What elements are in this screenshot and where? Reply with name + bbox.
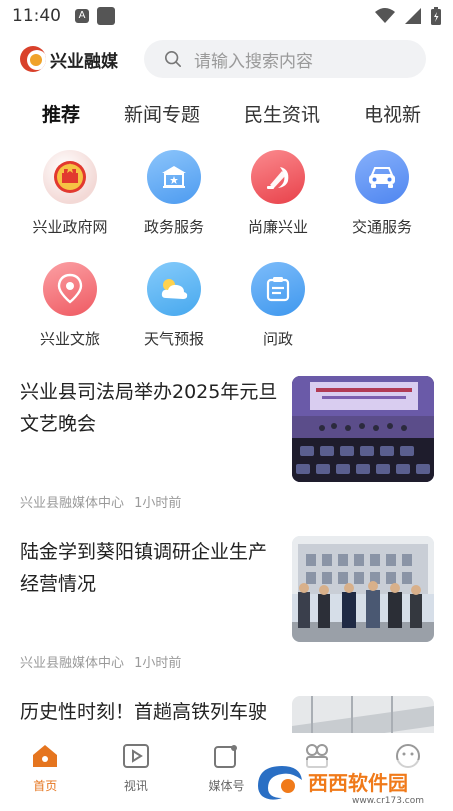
shortcut-culture-tourism[interactable]: 兴业文旅 bbox=[18, 262, 122, 349]
shortcut-label: 兴业政府网 bbox=[32, 218, 108, 236]
shortcut-weather[interactable]: 天气预报 bbox=[122, 262, 226, 349]
notification-square-icon bbox=[97, 7, 115, 25]
shortcut-integrity[interactable]: 尚廉兴业 bbox=[226, 150, 330, 237]
status-bar: 11:40 A bbox=[0, 0, 453, 32]
watermark-url: www.cr173.com bbox=[352, 796, 424, 806]
party-emblem-icon bbox=[251, 150, 305, 204]
nav-video[interactable]: 视讯 bbox=[91, 733, 182, 807]
tab-livelihood[interactable]: 民生资讯 bbox=[244, 100, 320, 127]
video-icon bbox=[122, 744, 149, 768]
status-icons bbox=[375, 7, 441, 25]
status-time: 11:40 bbox=[12, 6, 61, 26]
shortcut-inquiry[interactable]: 问政 bbox=[226, 262, 330, 349]
news-item[interactable]: 兴业县司法局举办2025年元旦文艺晚会 兴业县融媒体中心 1小时前 bbox=[0, 374, 453, 534]
shortcut-label: 交通服务 bbox=[351, 218, 412, 236]
search-bar[interactable]: 请输入搜索内容 bbox=[144, 40, 426, 78]
signal-icon bbox=[405, 8, 421, 24]
shortcut-label: 尚廉兴业 bbox=[247, 218, 308, 236]
shortcut-government-services[interactable]: 政务服务 bbox=[122, 150, 226, 237]
news-thumbnail[interactable] bbox=[292, 536, 434, 642]
media-account-icon bbox=[214, 745, 238, 768]
news-item[interactable]: 陆金学到葵阳镇调研企业生产经营情况 兴业县融媒体中心 1小时前 bbox=[0, 534, 453, 694]
news-meta: 兴业县融媒体中心 1小时前 bbox=[20, 652, 181, 671]
news-time: 1小时前 bbox=[134, 496, 182, 511]
car-icon bbox=[355, 150, 409, 204]
national-emblem-icon bbox=[43, 150, 97, 204]
news-thumbnail[interactable] bbox=[292, 376, 434, 482]
watermark-text: 西西软件园 bbox=[308, 771, 408, 795]
site-watermark: 西西软件园 www.cr173.com bbox=[252, 760, 453, 807]
news-title[interactable]: 兴业县司法局举办2025年元旦文艺晚会 bbox=[20, 376, 278, 440]
nav-home[interactable]: 首页 bbox=[0, 733, 91, 807]
logo-mark-icon bbox=[20, 46, 46, 72]
battery-icon bbox=[431, 7, 441, 25]
news-time: 1小时前 bbox=[134, 656, 182, 671]
news-source: 兴业县融媒体中心 bbox=[20, 656, 125, 671]
search-input[interactable]: 请输入搜索内容 bbox=[194, 47, 313, 72]
wifi-icon bbox=[375, 8, 395, 23]
location-pin-icon bbox=[43, 262, 97, 316]
shortcut-traffic-services[interactable]: 交通服务 bbox=[330, 150, 434, 237]
tab-recommend[interactable]: 推荐 bbox=[42, 100, 80, 127]
notification-a-icon: A bbox=[75, 9, 89, 23]
news-title[interactable]: 陆金学到葵阳镇调研企业生产经营情况 bbox=[20, 536, 278, 600]
shortcut-label: 问政 bbox=[262, 330, 293, 348]
news-meta: 兴业县融媒体中心 1小时前 bbox=[20, 492, 181, 511]
home-icon bbox=[33, 745, 58, 767]
app-logo: 兴业融媒 bbox=[20, 46, 118, 72]
tab-news-topics[interactable]: 新闻专题 bbox=[124, 100, 200, 127]
shortcut-label: 兴业文旅 bbox=[39, 330, 100, 348]
tab-tv-news[interactable]: 电视新 bbox=[364, 100, 421, 127]
news-source: 兴业县融媒体中心 bbox=[20, 496, 125, 511]
shortcut-label: 政务服务 bbox=[143, 218, 204, 236]
consult-icon bbox=[251, 262, 305, 316]
logo-text: 兴业融媒 bbox=[50, 51, 118, 72]
nav-label: 首页 bbox=[33, 779, 58, 793]
nav-label: 视讯 bbox=[123, 779, 148, 793]
category-tabs: 推荐 新闻专题 民生资讯 电视新 bbox=[0, 96, 453, 130]
app-header: 兴业融媒 请输入搜索内容 bbox=[0, 38, 453, 80]
government-building-icon bbox=[147, 150, 201, 204]
shortcut-label: 天气预报 bbox=[143, 330, 204, 348]
shortcut-government-site[interactable]: 兴业政府网 bbox=[18, 150, 122, 237]
weather-icon bbox=[147, 262, 201, 316]
search-icon bbox=[164, 50, 182, 68]
